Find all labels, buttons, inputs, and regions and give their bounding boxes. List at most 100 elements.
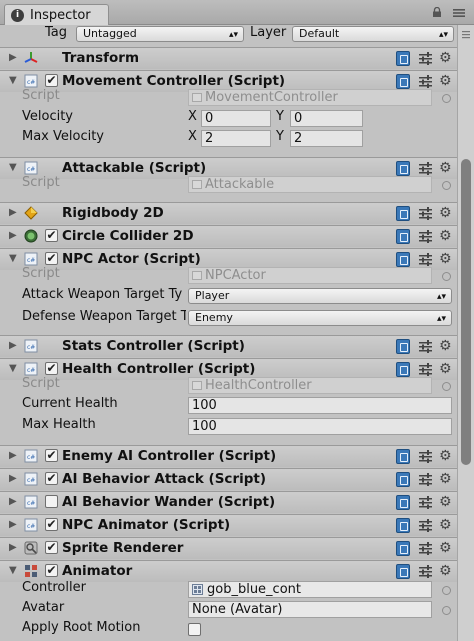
collapsed-arrow-icon[interactable]: ▶	[9, 207, 17, 218]
collapsed-arrow-icon[interactable]: ▶	[9, 450, 17, 461]
component-animator[interactable]: ▼ ✔ Animator ⚙	[0, 560, 457, 582]
help-book-icon[interactable]	[396, 472, 410, 487]
enabled-checkbox[interactable]: ✔	[45, 362, 58, 375]
expanded-arrow-icon[interactable]: ▼	[9, 162, 17, 173]
preset-sliders-icon[interactable]	[419, 253, 432, 266]
preset-sliders-icon[interactable]	[419, 542, 432, 555]
help-book-icon[interactable]	[396, 161, 410, 176]
enabled-checkbox[interactable]: ✔	[45, 541, 58, 554]
apply-root-motion-checkbox[interactable]	[188, 623, 201, 636]
gear-icon[interactable]: ⚙	[439, 205, 452, 221]
gear-icon[interactable]: ⚙	[439, 448, 452, 464]
help-book-icon[interactable]	[396, 229, 410, 244]
max-velocity-x-field[interactable]: 2	[201, 130, 271, 147]
preset-sliders-icon[interactable]	[419, 162, 432, 175]
preset-sliders-icon[interactable]	[419, 52, 432, 65]
expanded-arrow-icon[interactable]: ▼	[9, 565, 17, 576]
component-ai-behavior-attack[interactable]: ▶ c# ✔ AI Behavior Attack (Script) ⚙	[0, 468, 457, 490]
expanded-arrow-icon[interactable]: ▼	[9, 75, 17, 86]
controller-field[interactable]: gob_blue_cont	[188, 581, 432, 598]
component-sprite-renderer[interactable]: ▶ ✔ Sprite Renderer ⚙	[0, 537, 457, 559]
disabled-checkbox[interactable]	[45, 495, 58, 508]
enabled-checkbox[interactable]: ✔	[45, 518, 58, 531]
preset-sliders-icon[interactable]	[419, 450, 432, 463]
gear-icon[interactable]: ⚙	[439, 50, 452, 66]
layer-dropdown[interactable]: Default ▴▾	[292, 26, 454, 42]
preset-sliders-icon[interactable]	[419, 496, 432, 509]
defense-weapon-target-dropdown[interactable]: Enemy ▴▾	[188, 310, 452, 326]
collapsed-arrow-icon[interactable]: ▶	[9, 542, 17, 553]
object-picker-icon[interactable]	[442, 382, 451, 391]
object-picker-icon[interactable]	[442, 272, 451, 281]
gear-icon[interactable]: ⚙	[439, 338, 452, 354]
gear-icon[interactable]: ⚙	[439, 73, 452, 89]
component-npc-animator[interactable]: ▶ c# ✔ NPC Animator (Script) ⚙	[0, 514, 457, 536]
collapsed-arrow-icon[interactable]: ▶	[9, 473, 17, 484]
enabled-checkbox[interactable]: ✔	[45, 252, 58, 265]
collapsed-arrow-icon[interactable]: ▶	[9, 496, 17, 507]
gear-icon[interactable]: ⚙	[439, 160, 452, 176]
help-book-icon[interactable]	[396, 74, 410, 89]
collapsed-arrow-icon[interactable]: ▶	[9, 230, 17, 241]
gear-icon[interactable]: ⚙	[439, 540, 452, 556]
current-health-field[interactable]: 100	[188, 397, 452, 414]
help-book-icon[interactable]	[396, 541, 410, 556]
script-field[interactable]: MovementController	[188, 89, 432, 106]
enabled-checkbox[interactable]: ✔	[45, 74, 58, 87]
help-book-icon[interactable]	[396, 362, 410, 377]
help-book-icon[interactable]	[396, 449, 410, 464]
component-transform[interactable]: ▶ Transform ⚙	[0, 47, 457, 69]
gear-icon[interactable]: ⚙	[439, 251, 452, 267]
preset-sliders-icon[interactable]	[419, 565, 432, 578]
preset-sliders-icon[interactable]	[419, 363, 432, 376]
vertical-scrollbar[interactable]	[457, 25, 474, 641]
script-field[interactable]: NPCActor	[188, 267, 432, 284]
preset-sliders-icon[interactable]	[419, 207, 432, 220]
preset-sliders-icon[interactable]	[419, 519, 432, 532]
attack-weapon-target-dropdown[interactable]: Player ▴▾	[188, 288, 452, 304]
preset-sliders-icon[interactable]	[419, 75, 432, 88]
collapsed-arrow-icon[interactable]: ▶	[9, 519, 17, 530]
gear-icon[interactable]: ⚙	[439, 228, 452, 244]
max-health-field[interactable]: 100	[188, 418, 452, 435]
object-picker-icon[interactable]	[442, 586, 451, 595]
preset-sliders-icon[interactable]	[419, 230, 432, 243]
enabled-checkbox[interactable]: ✔	[45, 564, 58, 577]
help-book-icon[interactable]	[396, 252, 410, 267]
gear-icon[interactable]: ⚙	[439, 494, 452, 510]
enabled-checkbox[interactable]: ✔	[45, 449, 58, 462]
gear-icon[interactable]: ⚙	[439, 361, 452, 377]
help-book-icon[interactable]	[396, 339, 410, 354]
help-book-icon[interactable]	[396, 206, 410, 221]
gear-icon[interactable]: ⚙	[439, 563, 452, 579]
object-picker-icon[interactable]	[442, 94, 451, 103]
enabled-checkbox[interactable]: ✔	[45, 229, 58, 242]
scrollbar-thumb[interactable]	[461, 159, 471, 465]
object-picker-icon[interactable]	[442, 606, 451, 615]
component-stats-controller[interactable]: ▶ c# Stats Controller (Script) ⚙	[0, 335, 457, 357]
help-book-icon[interactable]	[396, 518, 410, 533]
help-book-icon[interactable]	[396, 495, 410, 510]
collapsed-arrow-icon[interactable]: ▶	[9, 340, 17, 351]
max-velocity-y-field[interactable]: 2	[290, 130, 363, 147]
gear-icon[interactable]: ⚙	[439, 517, 452, 533]
component-rigidbody-2d[interactable]: ▶ Rigidbody 2D ⚙	[0, 202, 457, 224]
help-book-icon[interactable]	[396, 51, 410, 66]
expanded-arrow-icon[interactable]: ▼	[9, 253, 17, 264]
collapsed-arrow-icon[interactable]: ▶	[9, 52, 17, 63]
inspector-tab[interactable]: i Inspector	[4, 4, 109, 25]
lock-icon[interactable]	[432, 7, 442, 17]
help-book-icon[interactable]	[396, 564, 410, 579]
component-circle-collider-2d[interactable]: ▶ ✔ Circle Collider 2D ⚙	[0, 225, 457, 247]
preset-sliders-icon[interactable]	[419, 340, 432, 353]
component-enemy-ai-controller[interactable]: ▶ c# ✔ Enemy AI Controller (Script) ⚙	[0, 445, 457, 467]
enabled-checkbox[interactable]: ✔	[45, 472, 58, 485]
velocity-y-field[interactable]: 0	[290, 110, 363, 127]
expanded-arrow-icon[interactable]: ▼	[9, 363, 17, 374]
script-field[interactable]: HealthController	[188, 377, 432, 394]
gear-icon[interactable]: ⚙	[439, 471, 452, 487]
avatar-field[interactable]: None (Avatar)	[188, 601, 432, 618]
velocity-x-field[interactable]: 0	[201, 110, 271, 127]
object-picker-icon[interactable]	[442, 181, 451, 190]
script-field[interactable]: Attackable	[188, 176, 432, 193]
